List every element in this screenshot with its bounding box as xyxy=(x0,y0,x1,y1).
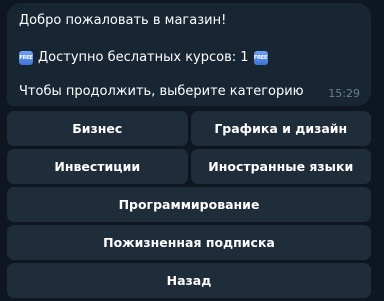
keyboard-row: Пожизненная подписка xyxy=(7,225,371,260)
prompt-text: Чтобы продолжить, выберите категорию xyxy=(19,84,304,99)
free-courses-text: Доступно беслатных курсов: 1 xyxy=(38,50,249,65)
investments-button[interactable]: Инвестиции xyxy=(7,149,188,184)
free-emoji-icon: FREE xyxy=(253,51,268,65)
programming-button[interactable]: Программирование xyxy=(7,187,371,222)
message-time: 15:29 xyxy=(328,87,360,100)
keyboard-row: Инвестиции Иностранные языки xyxy=(7,149,371,184)
graphics-design-button[interactable]: Графика и дизайн xyxy=(190,111,371,146)
back-button[interactable]: Назад xyxy=(7,263,371,298)
keyboard-row: Программирование xyxy=(7,187,371,222)
keyboard-row: Назад xyxy=(7,263,371,298)
inline-keyboard: Бизнес Графика и дизайн Инвестиции Иност… xyxy=(7,111,371,301)
keyboard-row: Бизнес Графика и дизайн xyxy=(7,111,371,146)
foreign-languages-button[interactable]: Иностранные языки xyxy=(190,149,371,184)
message-bubble: Добро пожаловать в магазин! FREE Доступн… xyxy=(7,3,371,106)
greeting-text: Добро пожаловать в магазин! xyxy=(19,13,227,28)
free-courses-line: FREE Доступно беслатных курсов: 1 FREE xyxy=(19,50,359,66)
lifetime-subscription-button[interactable]: Пожизненная подписка xyxy=(7,225,371,260)
business-button[interactable]: Бизнес xyxy=(7,111,188,146)
free-emoji-icon: FREE xyxy=(19,51,33,65)
